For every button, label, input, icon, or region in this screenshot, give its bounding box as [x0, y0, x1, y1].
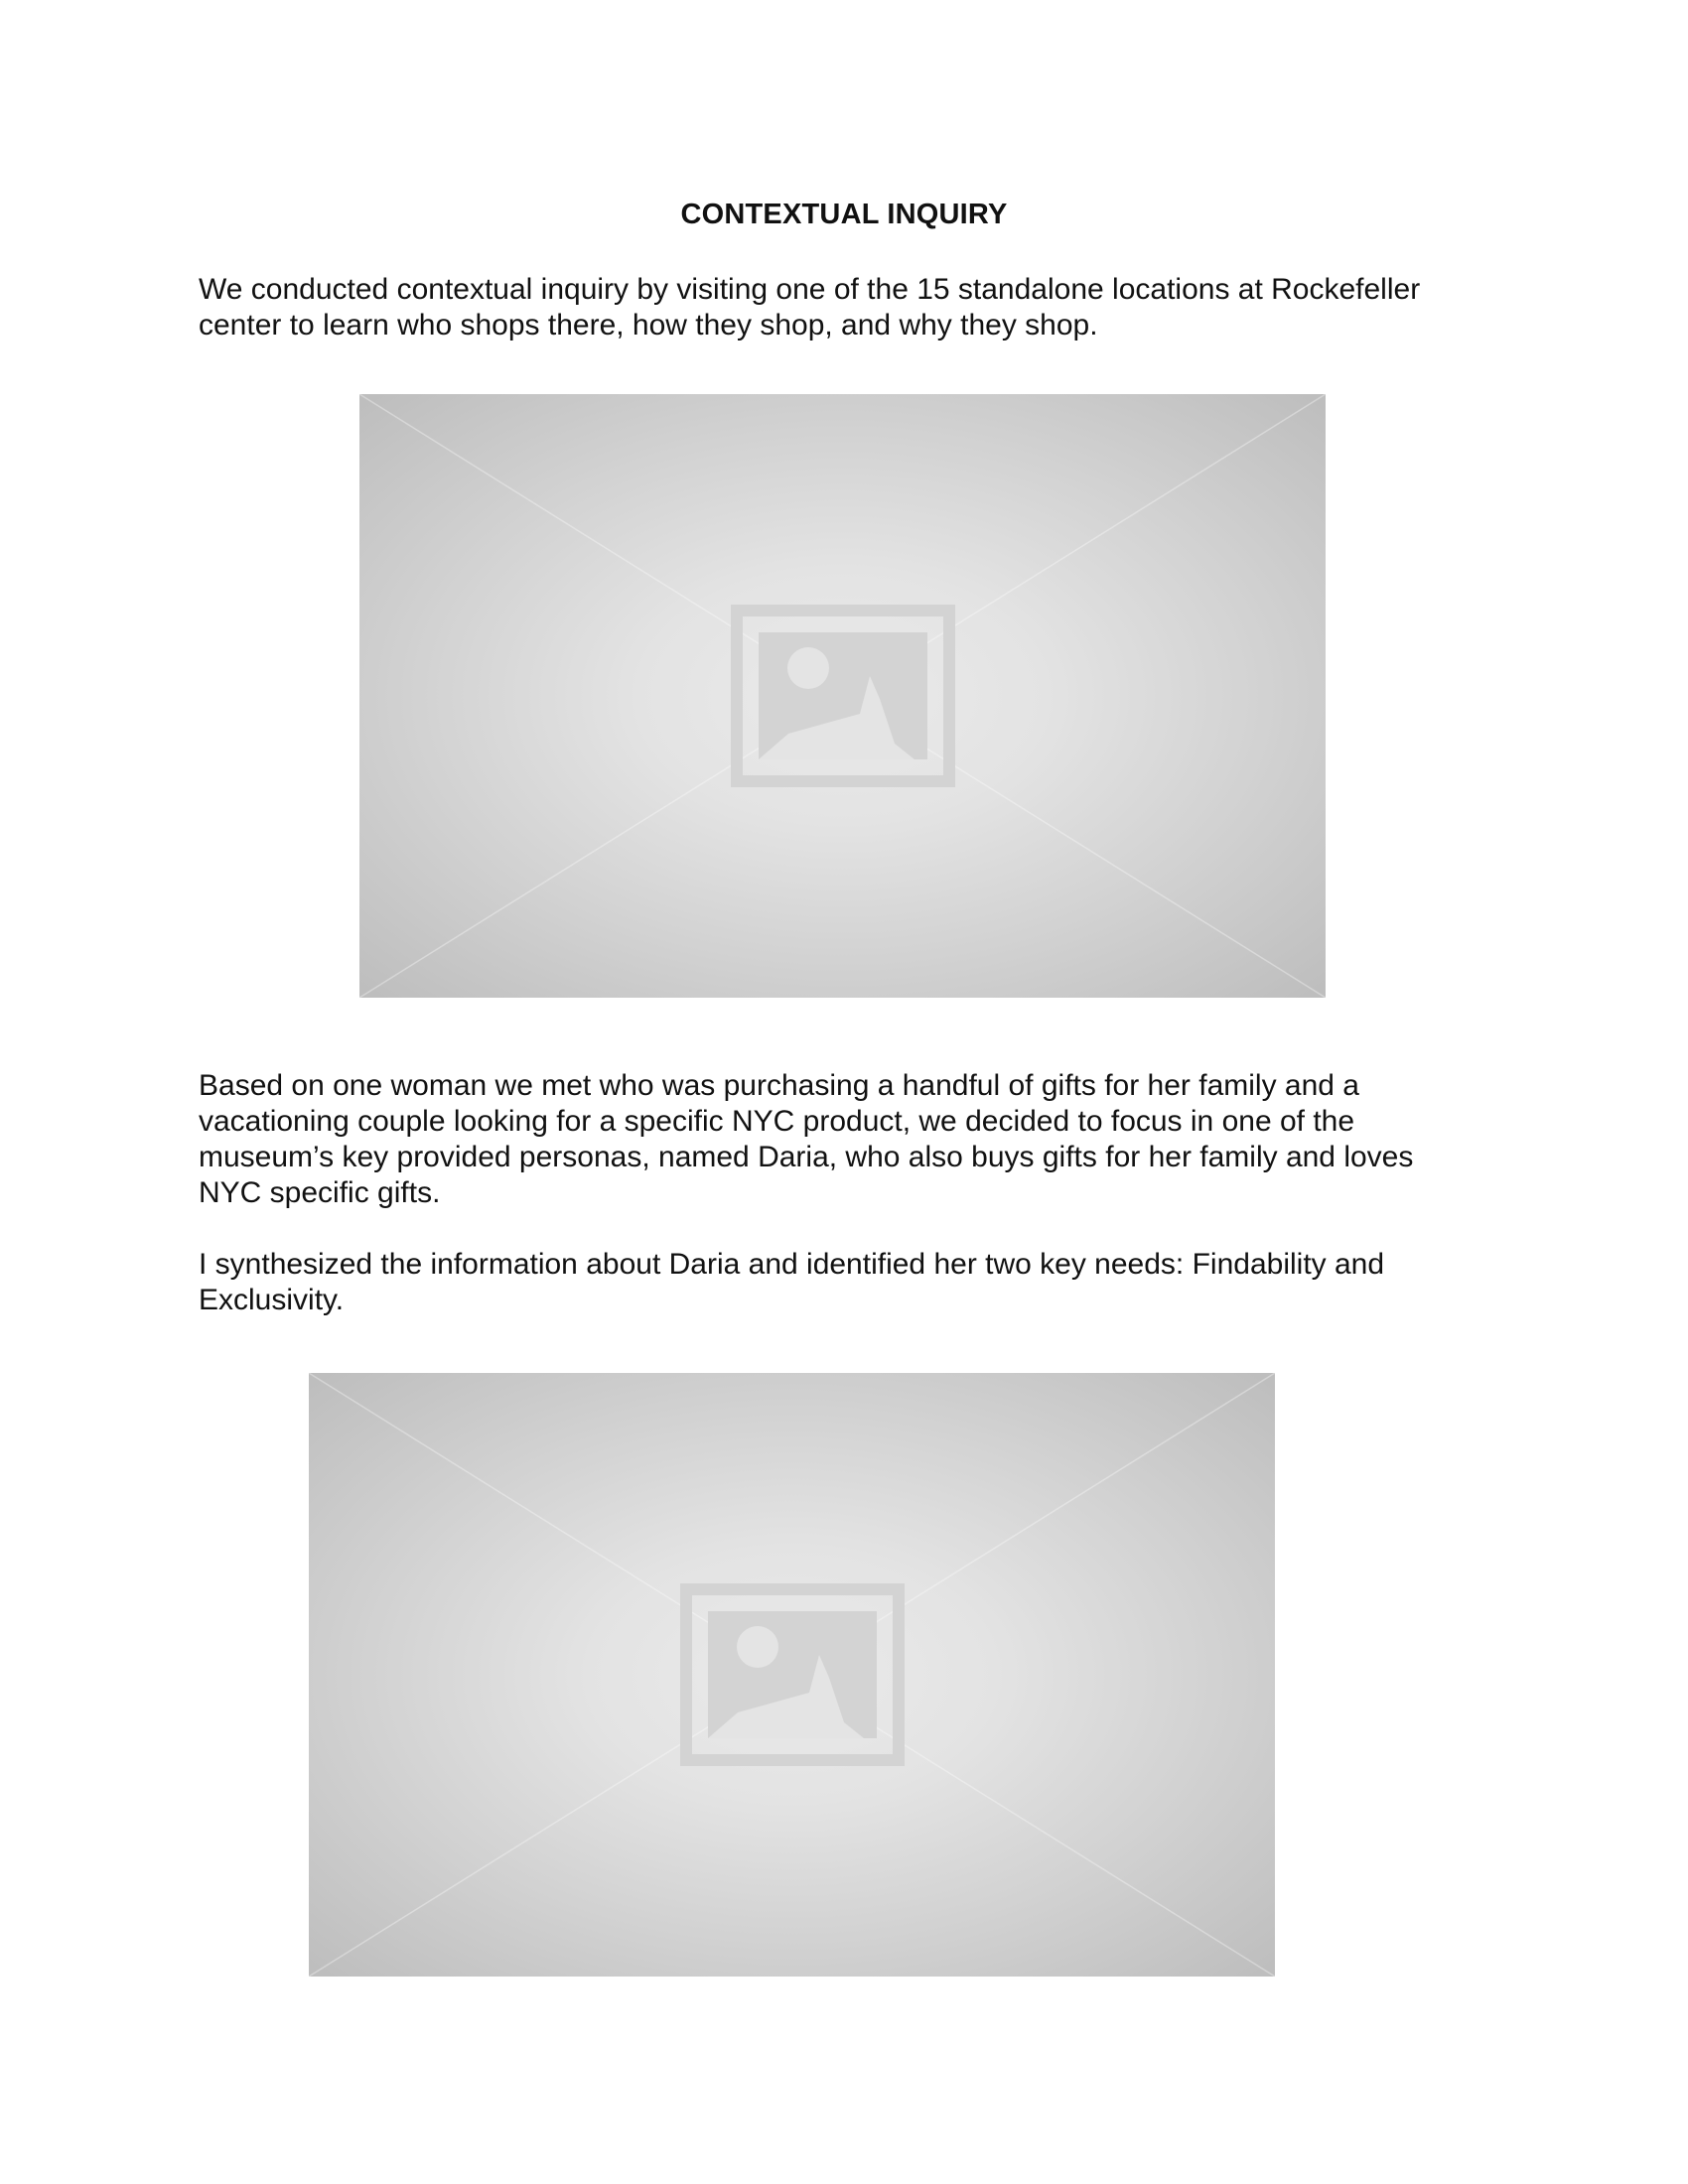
- text-line: Exclusivity.: [199, 1284, 345, 1316]
- text-line: We conducted contextual inquiry by visit…: [199, 273, 1421, 306]
- page-title: CONTEXTUAL INQUIRY: [680, 199, 1008, 230]
- text-line: museum’s key provided personas, named Da…: [199, 1141, 1414, 1173]
- synthesis-paragraph: I synthesized the information about Dari…: [199, 1247, 1489, 1318]
- image-placeholder: [359, 394, 1326, 998]
- image-placeholder-icon: [730, 605, 955, 787]
- intro-paragraph: We conducted contextual inquiry by visit…: [199, 272, 1489, 343]
- findings-paragraph: Based on one woman we met who was purcha…: [199, 1068, 1489, 1211]
- text-line: NYC specific gifts.: [199, 1176, 441, 1209]
- text-line: I synthesized the information about Dari…: [199, 1248, 1385, 1281]
- image-placeholder: [309, 1373, 1275, 1977]
- text-line: center to learn who shops there, how the…: [199, 309, 1098, 341]
- text-line: vacationing couple looking for a specifi…: [199, 1105, 1355, 1138]
- image-placeholder-icon: [679, 1583, 905, 1766]
- text-line: Based on one woman we met who was purcha…: [199, 1069, 1359, 1102]
